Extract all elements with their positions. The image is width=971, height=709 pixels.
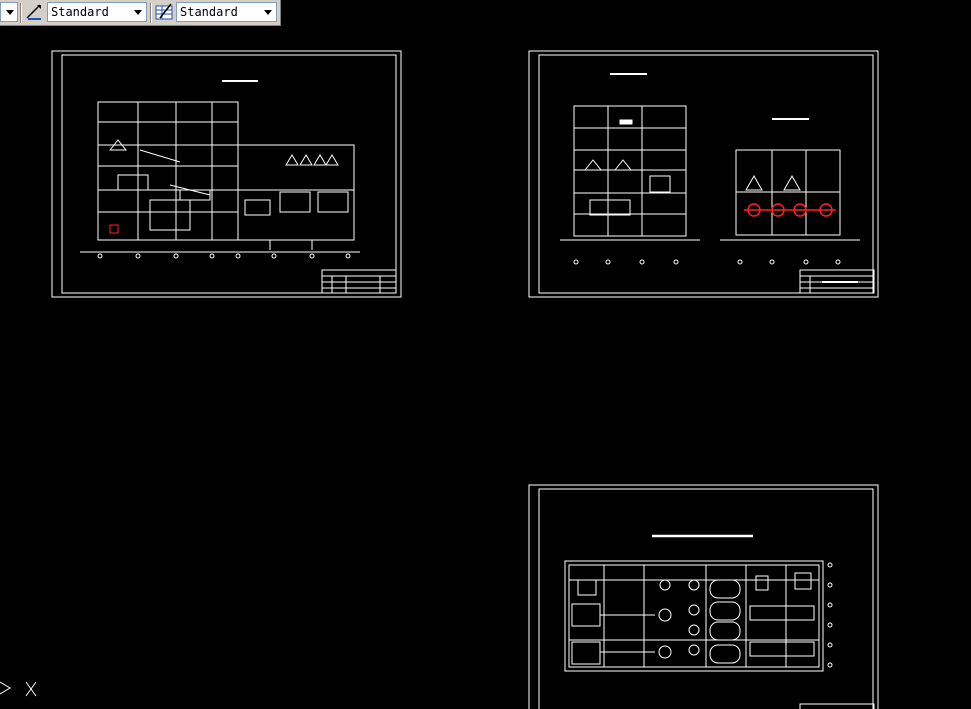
table-style-value: Standard [180, 5, 238, 19]
left-dropdown[interactable] [0, 2, 18, 22]
drawing-canvas[interactable] [0, 27, 971, 709]
dropdown-arrow-icon [1, 3, 17, 21]
dimension-style-select[interactable]: Standard [47, 2, 147, 22]
dropdown-arrow-icon [259, 3, 276, 21]
drawing-sheet-section-2 [528, 50, 879, 298]
dimension-style-icon[interactable] [25, 3, 43, 21]
dropdown-arrow-icon [129, 3, 146, 21]
toolbar-separator [150, 3, 152, 23]
toolbar-separator [20, 3, 22, 23]
drawing-sheet-plan [528, 484, 879, 709]
styles-toolbar: Standard Standard [0, 0, 281, 26]
dimension-style-value: Standard [51, 5, 109, 19]
table-style-icon[interactable] [155, 3, 173, 21]
ucs-axis-icon [0, 681, 37, 697]
table-style-select[interactable]: Standard [176, 2, 277, 22]
drawing-sheet-section-1 [51, 50, 402, 298]
toolbar-strip: Standard Standard [0, 0, 971, 26]
